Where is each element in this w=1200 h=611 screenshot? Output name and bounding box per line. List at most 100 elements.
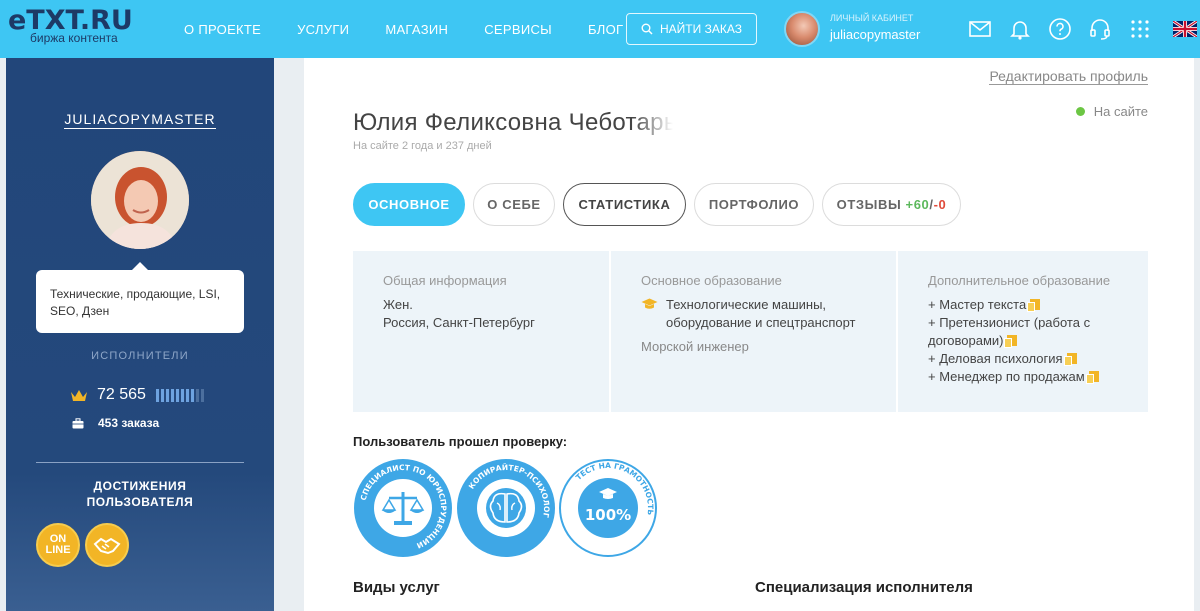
sidebar-username[interactable]: JULIACOPYMASTER (6, 111, 274, 129)
rating-segment (185, 388, 189, 402)
find-order-label: НАЙТИ ЗАКАЗ (660, 22, 742, 36)
handshake-achievement-badge[interactable] (85, 523, 129, 567)
find-order-button[interactable]: НАЙТИ ЗАКАЗ (626, 13, 757, 45)
header-avatar[interactable] (784, 11, 820, 47)
mail-icon[interactable] (968, 17, 992, 41)
profile-main: Редактировать профиль На сайте Юлия Фели… (304, 58, 1194, 611)
graduation-cap-icon (641, 298, 658, 309)
course-item: + Менеджер по продажам (928, 368, 1148, 386)
achievements-title-line2: ПОЛЬЗОВАТЕЛЯ (86, 495, 194, 509)
course-name: + Мастер текста (928, 297, 1027, 312)
avatar-photo (91, 151, 189, 249)
certificate-icon[interactable] (1063, 353, 1077, 366)
education-info: Основное образование Технологические маш… (611, 251, 896, 412)
search-icon (641, 23, 653, 35)
achievements-title: ДОСТИЖЕНИЯ ПОЛЬЗОВАТЕЛЯ (6, 478, 274, 510)
online-badge-text: ON LINE (45, 534, 70, 556)
online-badge-line2: LINE (45, 544, 71, 556)
help-icon[interactable] (1048, 17, 1072, 41)
general-info-title: Общая информация (383, 273, 507, 288)
bell-icon[interactable] (1008, 17, 1032, 41)
brain-icon (486, 488, 526, 528)
education-field: Технологические машины, оборудование и с… (641, 296, 896, 332)
course-item: + Мастер текста (928, 296, 1148, 314)
nav-blog[interactable]: БЛОГ (588, 22, 623, 37)
rating-level-bar (155, 388, 206, 402)
full-name: Юлия Феликсовна Чеботарь (353, 109, 673, 136)
literacy-score: 100% (585, 506, 631, 524)
specialization-heading: Специализация исполнителя (755, 579, 973, 596)
education-field-line1: Технологические машины, (666, 297, 827, 312)
cabinet-label[interactable]: ЛИЧНЫЙ КАБИНЕТ (830, 13, 913, 23)
orders-count-text: 453 заказа (98, 416, 160, 430)
member-since: На сайте 2 года и 237 дней (353, 140, 492, 152)
nav-shop[interactable]: МАГАЗИН (385, 22, 448, 37)
certificate-icon[interactable] (1027, 299, 1041, 312)
rating-segment (190, 388, 194, 402)
rating-segment (195, 388, 199, 402)
nav-tools[interactable]: СЕРВИСЫ (484, 22, 552, 37)
course-name: договорами) (928, 333, 1004, 348)
literacy-test-seal[interactable]: ТЕСТ НА ГРАМОТНОСТЬ 100% (558, 458, 658, 558)
profile-sidebar: JULIACOPYMASTER Технические, продающие, … (6, 58, 274, 611)
course-item: + Деловая психология (928, 350, 1148, 368)
reviews-negative: -0 (933, 197, 947, 212)
education-title: Основное образование (641, 273, 782, 288)
support-headset-icon[interactable] (1088, 17, 1112, 41)
orders-count: 453 заказа (72, 416, 159, 430)
certificate-icon[interactable] (1004, 335, 1018, 348)
main-nav: О ПРОЕКТЕ УСЛУГИ МАГАЗИН СЕРВИСЫ БЛОГ (184, 0, 659, 58)
nav-about[interactable]: О ПРОЕКТЕ (184, 22, 261, 37)
rating-segment (160, 388, 164, 402)
rating-segment (175, 388, 179, 402)
crown-icon (71, 389, 87, 401)
tab-reviews[interactable]: ОТЗЫВЫ +60/-0 (822, 183, 961, 226)
uk-flag-icon[interactable] (1173, 21, 1197, 37)
sidebar-username-text[interactable]: JULIACOPYMASTER (64, 111, 216, 129)
rating-value: 72 565 (97, 386, 146, 403)
tab-about[interactable]: О СЕБЕ (473, 183, 555, 226)
tab-main[interactable]: ОСНОВНОЕ (353, 183, 465, 226)
rating-segment (170, 388, 174, 402)
profile-tabs: ОСНОВНОЕ О СЕБЕ СТАТИСТИКА ПОРТФОЛИО ОТЗ… (353, 183, 969, 226)
rating-segment (200, 388, 204, 402)
online-achievement-badge[interactable]: ON LINE (36, 523, 80, 567)
course-name: + Менеджер по продажам (928, 369, 1085, 384)
rating-segment (180, 388, 184, 402)
general-info: Общая информация Жен. Россия, Санкт-Пете… (353, 251, 609, 412)
tab-statistics[interactable]: СТАТИСТИКА (563, 183, 686, 226)
top-bar: eTXT.RU биржа контента О ПРОЕКТЕ УСЛУГИ … (0, 0, 1200, 58)
edit-profile-link[interactable]: Редактировать профиль (989, 68, 1148, 85)
location: Россия, Санкт-Петербург (383, 315, 535, 330)
extra-education-info: Дополнительное образование + Мастер текс… (898, 251, 1148, 412)
specialization-tooltip: Технические, продающие, LSI, SEO, Дзен (36, 262, 244, 333)
online-dot-icon (1075, 107, 1085, 116)
law-specialist-seal[interactable]: СПЕЦИАЛИСТ ПО ЮРИСПРУДЕНЦИИ (353, 458, 453, 558)
verification-title: Пользователь прошел проверку: (353, 434, 568, 449)
cabinet-username[interactable]: juliacopymaster (830, 27, 920, 42)
certificate-icon[interactable] (1085, 371, 1099, 384)
services-heading: Виды услуг (353, 579, 440, 596)
copywriter-psychologist-seal[interactable]: КОПИРАЙТЕР-ПСИХОЛОГ (456, 458, 556, 558)
full-name-fade (633, 106, 673, 140)
education-field-line2: оборудование и спецтранспорт (666, 315, 856, 330)
qualification: Морской инженер (641, 339, 749, 354)
tab-portfolio[interactable]: ПОРТФОЛИО (694, 183, 814, 226)
course-item: + Претензионист (работа с (928, 314, 1148, 332)
gender: Жен. (383, 297, 413, 312)
profile-avatar (91, 151, 189, 249)
course-name: + Претензионист (работа с (928, 315, 1091, 330)
sidebar-divider (36, 462, 244, 463)
extra-education-title: Дополнительное образование (928, 273, 1111, 288)
reviews-positive: +60 (905, 197, 930, 212)
rating-block: 72 565 (70, 386, 206, 404)
info-panel: Общая информация Жен. Россия, Санкт-Пете… (353, 251, 1148, 412)
online-status-text: На сайте (1093, 104, 1148, 119)
nav-services[interactable]: УСЛУГИ (297, 22, 349, 37)
rating-segment (155, 388, 159, 402)
course-name: + Деловая психология (928, 351, 1063, 366)
handshake-icon (93, 537, 121, 555)
rating-segment (165, 388, 169, 402)
logo-tagline: биржа контента (30, 31, 118, 45)
apps-grid-icon[interactable] (1128, 17, 1152, 41)
